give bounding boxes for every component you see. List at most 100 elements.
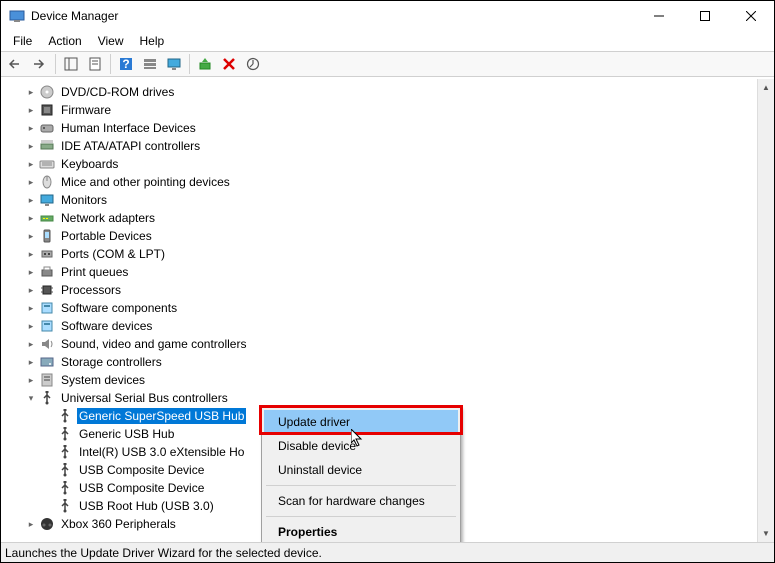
expander-icon[interactable]: ▸ xyxy=(23,138,39,154)
context-menu: Update driverDisable deviceUninstall dev… xyxy=(261,407,461,547)
system-icon xyxy=(39,372,55,388)
tree-item-label: Intel(R) USB 3.0 eXtensible Ho xyxy=(77,444,246,460)
tree-item[interactable]: ▸Human Interface Devices xyxy=(1,119,774,137)
expander-icon[interactable]: ▸ xyxy=(23,264,39,280)
tree-item[interactable]: ▸Software devices xyxy=(1,317,774,335)
mouse-icon xyxy=(39,174,55,190)
menu-view[interactable]: View xyxy=(90,32,132,50)
tree-item-label: DVD/CD-ROM drives xyxy=(59,84,176,100)
context-menu-item[interactable]: Uninstall device xyxy=(264,458,458,482)
context-menu-item[interactable]: Update driver xyxy=(264,410,458,434)
usb-icon xyxy=(57,498,73,514)
svg-text:?: ? xyxy=(122,57,129,71)
expander-icon[interactable]: ▸ xyxy=(23,300,39,316)
context-menu-separator xyxy=(266,485,456,486)
tree-item-label: System devices xyxy=(59,372,147,388)
tree-item-label: Software components xyxy=(59,300,179,316)
expander-icon[interactable]: ▸ xyxy=(23,372,39,388)
tree-item-label: Monitors xyxy=(59,192,109,208)
expander-icon[interactable]: ▸ xyxy=(23,228,39,244)
uninstall-button[interactable] xyxy=(218,53,240,75)
expander-icon[interactable]: ▸ xyxy=(23,84,39,100)
monitor-button[interactable] xyxy=(163,53,185,75)
menu-file[interactable]: File xyxy=(5,32,40,50)
usb-icon xyxy=(57,462,73,478)
tree-item[interactable]: ▾ Universal Serial Bus controllers xyxy=(1,389,774,407)
tree-item-label: Generic USB Hub xyxy=(77,426,176,442)
expander-icon[interactable]: ▸ xyxy=(23,156,39,172)
monitor-icon xyxy=(39,192,55,208)
expander-icon[interactable]: ▸ xyxy=(23,120,39,136)
statusbar: Launches the Update Driver Wizard for th… xyxy=(1,542,774,562)
port-icon xyxy=(39,246,55,262)
menu-action[interactable]: Action xyxy=(40,32,89,50)
update-driver-button[interactable] xyxy=(194,53,216,75)
expander-icon[interactable]: ▸ xyxy=(23,354,39,370)
tree-item-label: Generic SuperSpeed USB Hub xyxy=(77,408,246,424)
tree-item[interactable]: ▸ Processors xyxy=(1,281,774,299)
vertical-scrollbar[interactable]: ▲ ▼ xyxy=(757,79,774,542)
tree-item[interactable]: ▸ System devices xyxy=(1,371,774,389)
close-button[interactable] xyxy=(728,1,774,31)
expander-icon[interactable]: ▸ xyxy=(23,102,39,118)
tree-item-label: Sound, video and game controllers xyxy=(59,336,248,352)
context-menu-item[interactable]: Properties xyxy=(264,520,458,544)
maximize-button[interactable] xyxy=(682,1,728,31)
scroll-down-icon[interactable]: ▼ xyxy=(758,525,774,542)
software-icon xyxy=(39,318,55,334)
tree-item[interactable]: ▸Portable Devices xyxy=(1,227,774,245)
tree-item[interactable]: ▸Network adapters xyxy=(1,209,774,227)
expander-icon[interactable]: ▸ xyxy=(23,174,39,190)
tree-item-label: Universal Serial Bus controllers xyxy=(59,390,230,406)
tree-item[interactable]: ▸IDE ATA/ATAPI controllers xyxy=(1,137,774,155)
tree-item[interactable]: ▸Firmware xyxy=(1,101,774,119)
expander-icon[interactable]: ▸ xyxy=(23,336,39,352)
tree-item-label: Processors xyxy=(59,282,123,298)
back-button[interactable] xyxy=(5,53,27,75)
tree-item[interactable]: ▸Ports (COM & LPT) xyxy=(1,245,774,263)
scan-button[interactable] xyxy=(242,53,264,75)
context-menu-separator xyxy=(266,516,456,517)
list-button[interactable] xyxy=(139,53,161,75)
minimize-button[interactable] xyxy=(636,1,682,31)
expander-icon[interactable]: ▸ xyxy=(23,210,39,226)
sound-icon xyxy=(39,336,55,352)
forward-button[interactable] xyxy=(29,53,51,75)
show-hide-button[interactable] xyxy=(60,53,82,75)
hid-icon xyxy=(39,120,55,136)
expander-icon[interactable]: ▸ xyxy=(23,192,39,208)
printer-icon xyxy=(39,264,55,280)
tree-item[interactable]: ▸Print queues xyxy=(1,263,774,281)
expander-icon[interactable]: ▸ xyxy=(23,516,39,532)
tree-item[interactable]: ▸ Sound, video and game controllers xyxy=(1,335,774,353)
ide-icon xyxy=(39,138,55,154)
usb-icon xyxy=(57,408,73,424)
chip-icon xyxy=(39,102,55,118)
expander-icon[interactable]: ▸ xyxy=(23,282,39,298)
properties-button[interactable] xyxy=(84,53,106,75)
context-menu-item[interactable]: Scan for hardware changes xyxy=(264,489,458,513)
tree-item[interactable]: ▸Keyboards xyxy=(1,155,774,173)
usb-icon xyxy=(39,390,55,406)
software-icon xyxy=(39,300,55,316)
help-button[interactable]: ? xyxy=(115,53,137,75)
tree-item[interactable]: ▸ DVD/CD-ROM drives xyxy=(1,83,774,101)
tree-item-label: Mice and other pointing devices xyxy=(59,174,232,190)
disc-icon xyxy=(39,84,55,100)
keyboard-icon xyxy=(39,156,55,172)
tree-item[interactable]: ▸ Software components xyxy=(1,299,774,317)
scroll-up-icon[interactable]: ▲ xyxy=(758,79,774,96)
expander-icon[interactable]: ▾ xyxy=(23,390,39,406)
menubar: File Action View Help xyxy=(1,31,774,51)
menu-help[interactable]: Help xyxy=(132,32,173,50)
expander-icon[interactable]: ▸ xyxy=(23,246,39,262)
expander-icon[interactable]: ▸ xyxy=(23,318,39,334)
tree-item[interactable]: ▸ Storage controllers xyxy=(1,353,774,371)
context-menu-item[interactable]: Disable device xyxy=(264,434,458,458)
tree-item[interactable]: ▸ Mice and other pointing devices xyxy=(1,173,774,191)
tree-item-label: USB Composite Device xyxy=(77,480,206,496)
toolbar-separator xyxy=(110,54,111,74)
tree-item[interactable]: ▸ Monitors xyxy=(1,191,774,209)
tree-item-label: Storage controllers xyxy=(59,354,164,370)
portable-icon xyxy=(39,228,55,244)
